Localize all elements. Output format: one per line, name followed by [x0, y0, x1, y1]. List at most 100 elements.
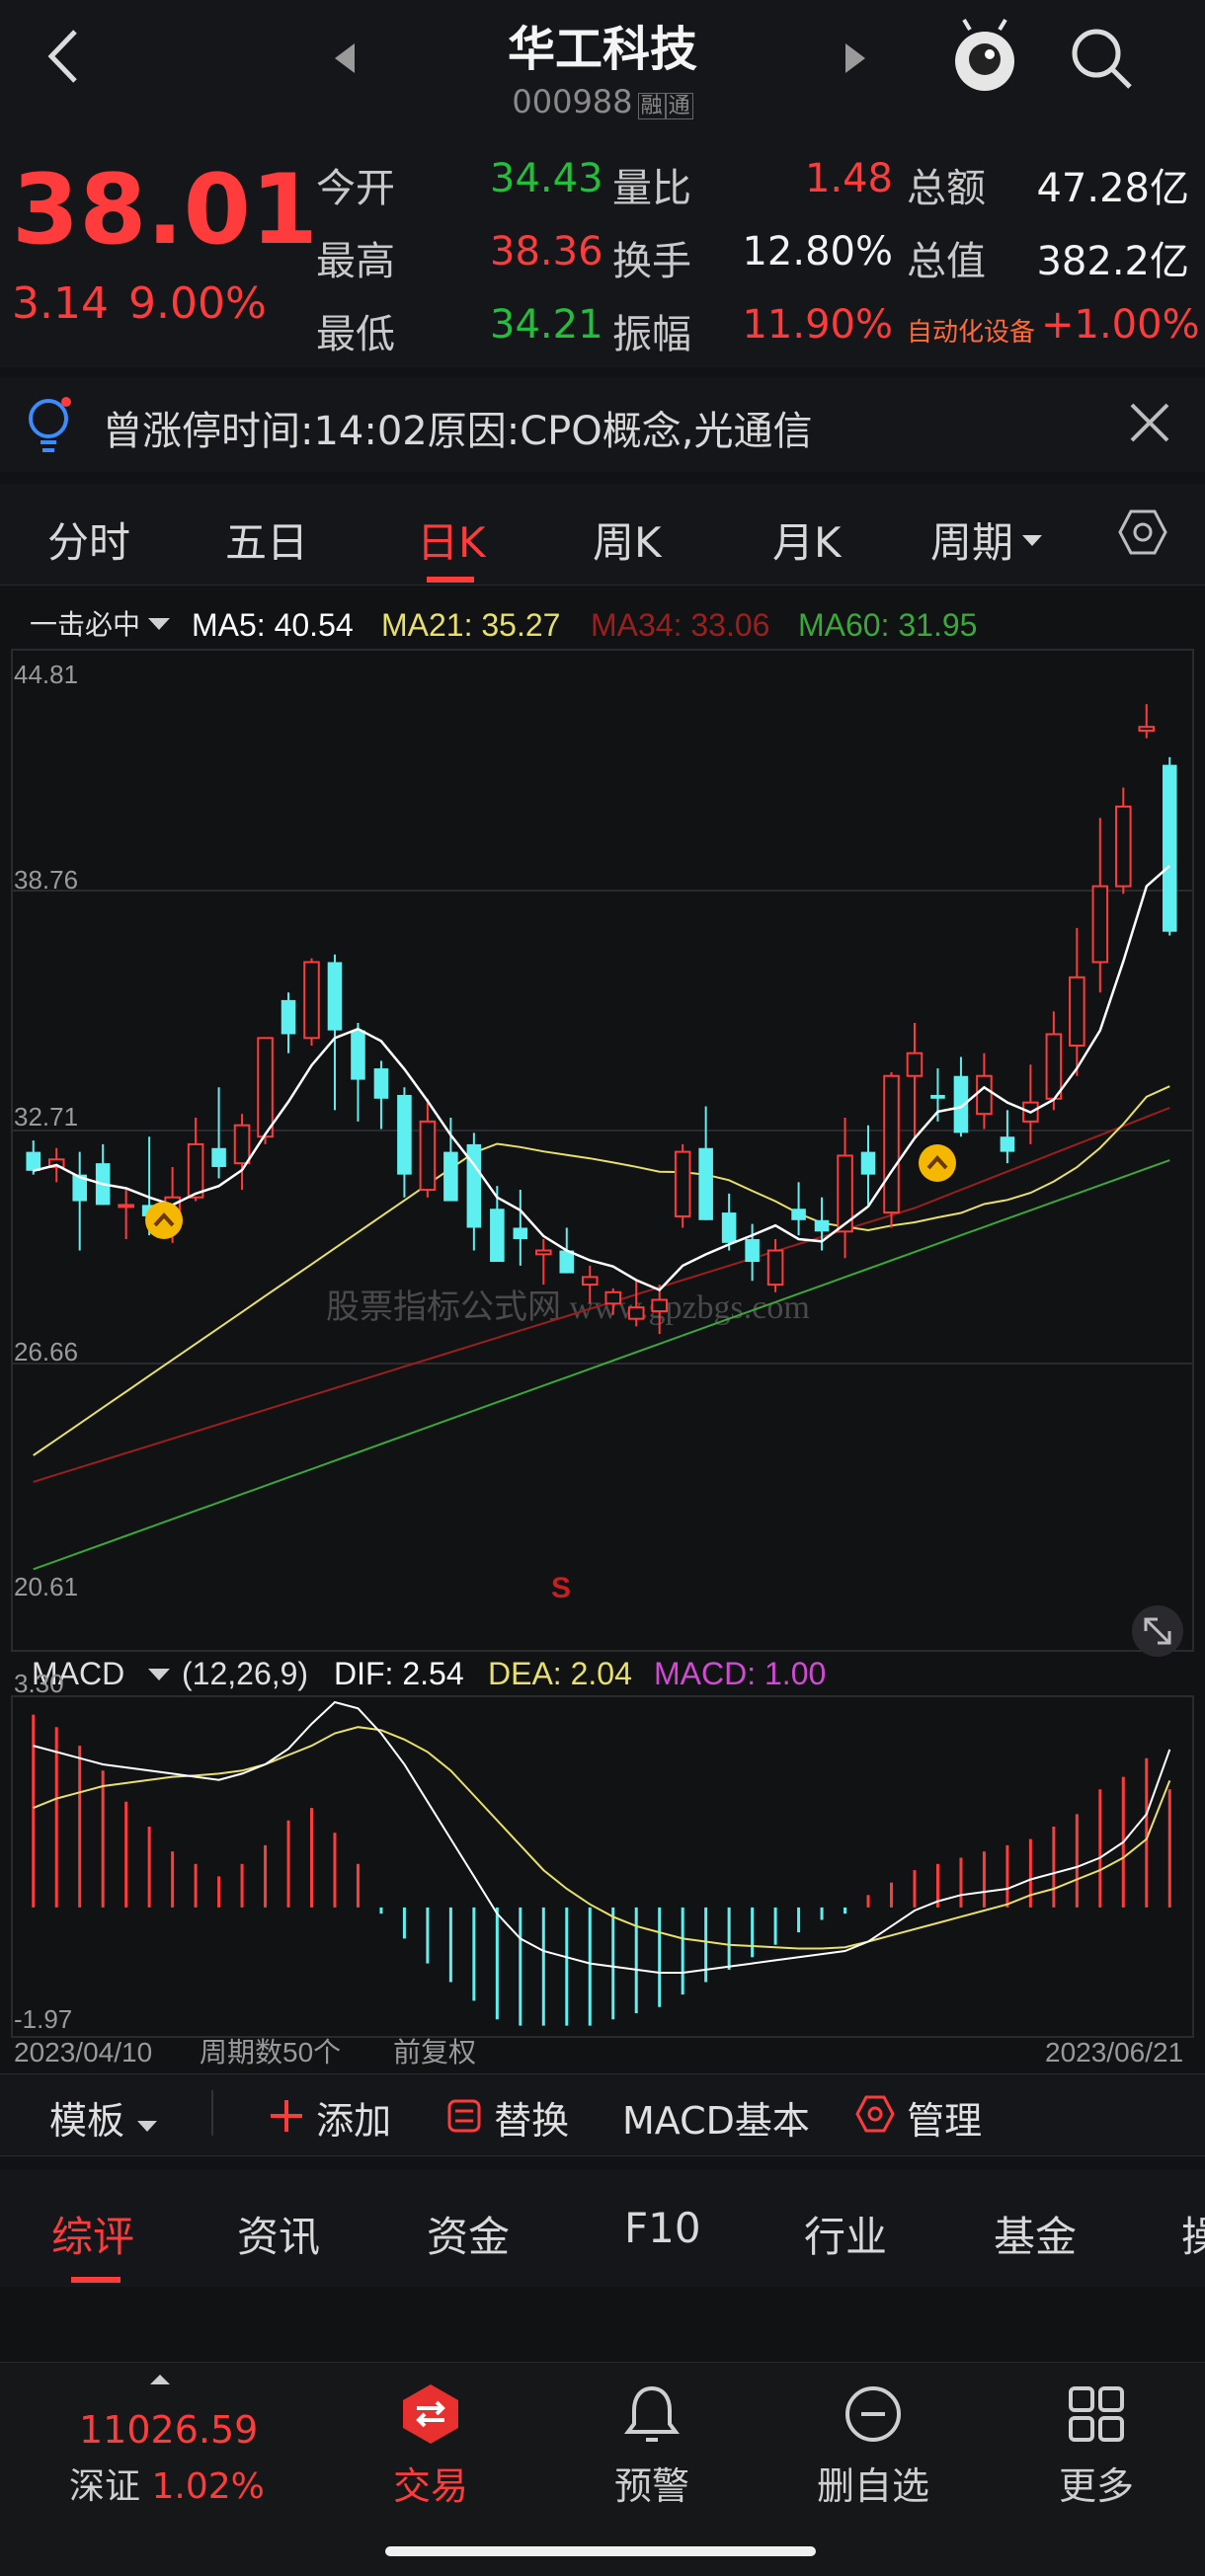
amplitude-value: 11.90%	[742, 302, 893, 348]
add-label: 添加	[316, 2099, 392, 2143]
ma60-label: MA60: 31.95	[798, 607, 977, 643]
chart-period-tabs: 分时 五日 日K 周K 月K 周期	[0, 484, 1205, 585]
badge-rong: 融	[637, 93, 666, 119]
candle-body	[397, 1094, 412, 1175]
info-tabs: 综评 资讯 资金 F10 行业 基金 操	[0, 2170, 1205, 2287]
manage-label: 管理	[907, 2099, 983, 2143]
sector-label[interactable]: 自动化设备	[907, 312, 1035, 349]
tab-industry[interactable]: 行业	[804, 2204, 887, 2264]
stock-title: 华工科技	[507, 22, 697, 77]
tab-period[interactable]: 周期	[930, 509, 1013, 570]
stock-code-row: 000988 融通	[454, 83, 751, 120]
add-button[interactable]: 添加	[269, 2090, 391, 2145]
tab-weekly-k[interactable]: 周K	[593, 509, 662, 570]
template-dropdown-icon	[137, 2121, 158, 2132]
candle-body	[490, 1209, 505, 1263]
open-label: 今开	[316, 166, 395, 211]
template-button[interactable]: 模板	[49, 2090, 158, 2145]
tab-more-cut[interactable]: 操	[1181, 2204, 1205, 2264]
watermark: 股票指标公式网 www.gpzbgs.com	[326, 1288, 810, 1326]
ma5-path	[33, 864, 1171, 1291]
replace-button[interactable]: 替换	[446, 2090, 569, 2145]
kline-chart[interactable]: 一击必中 MA5: 40.54 MA21: 35.27 MA34: 33.06 …	[0, 592, 1205, 2069]
candlesticks	[26, 704, 1177, 1335]
candle-body	[906, 1052, 924, 1077]
low-value: 34.21	[490, 302, 603, 348]
macd-axis-bottom: -1.97	[14, 2004, 72, 2034]
nav-alert[interactable]: 预警	[573, 2382, 731, 2510]
candle-body	[627, 1306, 645, 1320]
swap-icon	[447, 2099, 481, 2133]
nav-trade[interactable]: 交易	[352, 2382, 510, 2510]
back-icon[interactable]	[40, 22, 89, 91]
candle-body	[351, 1030, 365, 1080]
sell-signal-mark: S	[551, 1572, 571, 1604]
tab-funds[interactable]: 资金	[427, 2204, 510, 2264]
nav-remove-watchlist[interactable]: 删自选	[794, 2382, 952, 2510]
tab-daily-k[interactable]: 日K	[417, 509, 486, 570]
candle-body	[419, 1120, 437, 1192]
active-subtab-underline	[71, 2277, 120, 2283]
tab-overview[interactable]: 综评	[51, 2204, 134, 2264]
settings-icon[interactable]	[1118, 507, 1167, 561]
prev-stock-icon[interactable]	[331, 41, 361, 79]
trade-icon	[403, 2384, 458, 2444]
nav-more-label: 更多	[1058, 2464, 1134, 2508]
macd-params: (12,26,9)	[182, 1656, 308, 1691]
tab-fenshi[interactable]: 分时	[47, 509, 130, 570]
candle-body	[1115, 805, 1132, 888]
stock-code: 000988	[512, 83, 633, 120]
search-icon[interactable]	[1067, 24, 1136, 97]
candle-body	[233, 1124, 251, 1165]
candle-body	[1045, 1033, 1063, 1100]
date-end: 2023/06/21	[1045, 2037, 1183, 2068]
sector-change[interactable]: +1.00%	[1041, 302, 1200, 348]
indicator-dropdown-icon[interactable]	[148, 618, 170, 630]
index-row: 深证 1.02%	[69, 2458, 265, 2509]
indicator-toolbar: 模板 添加 替换 MACD基本 管理	[0, 2073, 1205, 2156]
plus-icon	[271, 2100, 302, 2132]
price-axis-bottom: 20.61	[14, 1572, 78, 1601]
macd-chart-frame	[11, 1695, 1194, 2038]
candle-body	[976, 1074, 993, 1116]
ma60-line	[33, 1159, 1170, 1571]
period-count: 周期数50个	[200, 2037, 341, 2068]
high-label: 最高	[316, 239, 395, 284]
ma5-line	[33, 864, 1171, 1291]
quote-panel: 38.01 3.14 9.00% 今开 34.43 量比 1.48 总额 47.…	[0, 130, 1205, 367]
candle-body	[860, 1151, 876, 1175]
turnover-amount-value: 47.28亿	[1036, 166, 1189, 211]
close-icon[interactable]	[1128, 401, 1171, 448]
date-start: 2023/04/10	[14, 2037, 152, 2068]
index-change: 1.02%	[151, 2466, 265, 2507]
price-axis-4: 26.66	[14, 1337, 78, 1366]
candle-body	[257, 1037, 274, 1138]
candle-body	[26, 1151, 41, 1171]
tab-wuri[interactable]: 五日	[225, 509, 308, 570]
manage-button[interactable]: 管理	[855, 2090, 982, 2145]
expand-icon[interactable]	[1132, 1605, 1183, 1657]
dea-line	[33, 1726, 1171, 1950]
app-header: 华工科技 000988 融通	[0, 0, 1205, 130]
macd-dropdown-icon[interactable]	[148, 1669, 170, 1680]
tab-news[interactable]: 资讯	[237, 2204, 320, 2264]
buy-signal-icon	[145, 1202, 183, 1239]
dropdown-icon[interactable]	[1021, 533, 1043, 552]
candle-body	[303, 961, 320, 1040]
notice-text: 曾涨停时间:14:02原因:CPO概念,光通信	[103, 409, 813, 454]
macd-basic-label[interactable]: MACD基本	[622, 2090, 810, 2145]
macd-lines	[33, 1700, 1171, 1974]
candle-body	[930, 1094, 945, 1099]
next-stock-icon[interactable]	[840, 41, 869, 79]
adjust-mode[interactable]: 前复权	[393, 2037, 476, 2068]
tab-fund[interactable]: 基金	[994, 2204, 1077, 2264]
limit-up-notice[interactable]: 曾涨停时间:14:02原因:CPO概念,光通信	[0, 377, 1205, 472]
nav-more[interactable]: 更多	[1017, 2382, 1175, 2510]
candle-body	[118, 1204, 134, 1209]
indicator-name[interactable]: 一击必中	[30, 609, 140, 640]
tab-f10[interactable]: F10	[624, 2204, 701, 2252]
candle-body	[513, 1227, 528, 1239]
tab-monthly-k[interactable]: 月K	[772, 509, 842, 570]
active-tab-underline	[427, 577, 474, 583]
mascot-icon[interactable]	[948, 18, 1021, 101]
